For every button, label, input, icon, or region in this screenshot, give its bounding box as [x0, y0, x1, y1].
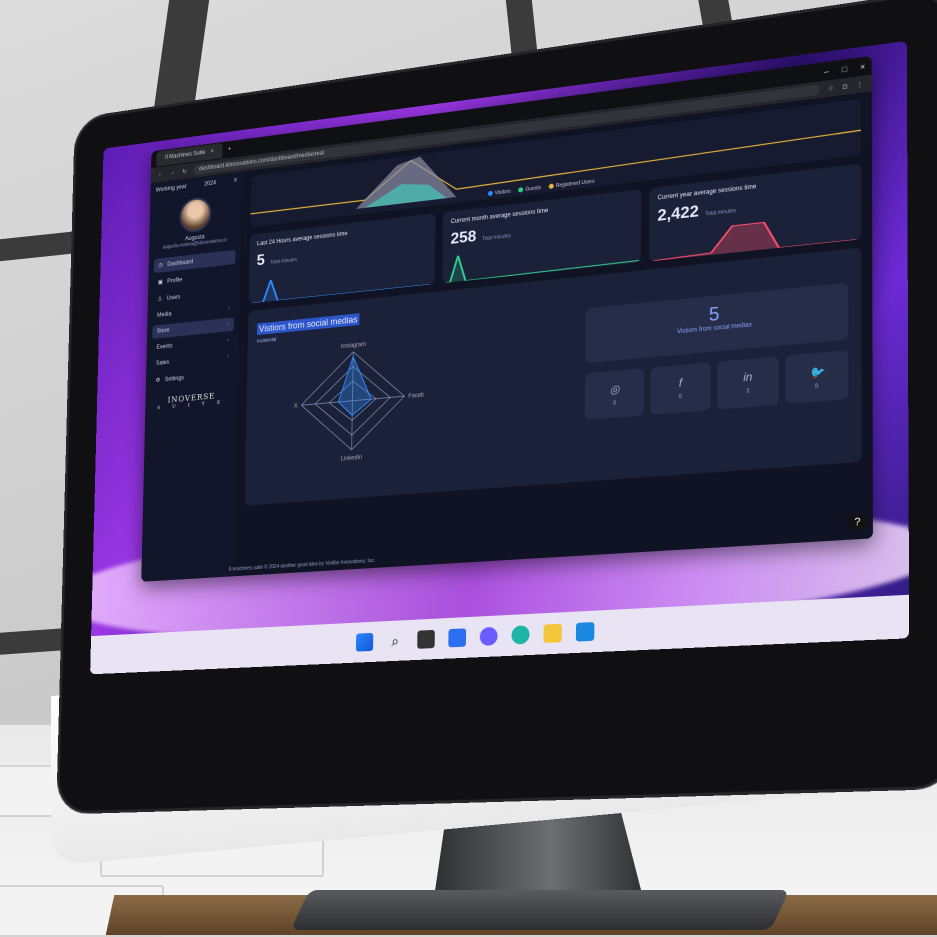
- windows-start-icon[interactable]: [356, 633, 373, 652]
- task-view-icon[interactable]: [417, 630, 435, 649]
- menu-icon[interactable]: ⋮: [856, 80, 863, 88]
- card-last-24h: Last 24 Hours average sessions time 5 Tot…: [249, 213, 436, 303]
- card-value: 5: [257, 252, 265, 270]
- instagram-count: 3: [613, 400, 616, 406]
- instagram-icon: ◎: [609, 382, 619, 396]
- card-value: 2,422: [657, 203, 699, 226]
- card-title: Last 24 Hours average sessions time: [257, 222, 428, 247]
- new-tab-button[interactable]: +: [228, 147, 231, 153]
- linkedin-count: 2: [746, 388, 749, 395]
- twitter-icon: 🐦: [809, 364, 824, 379]
- close-button[interactable]: ×: [860, 61, 865, 71]
- file-explorer-icon[interactable]: [544, 624, 562, 643]
- sidebar-item-label: Dashboard: [167, 259, 193, 268]
- radar-label-top: Instagram: [341, 342, 366, 351]
- sidebar: Working year 2024 ≡ Augusta augusta.mari…: [141, 171, 242, 581]
- edge-browser-icon[interactable]: [511, 625, 529, 644]
- tab-title: Il Machines Suite: [165, 150, 205, 161]
- sidebar-item-label: Store: [157, 328, 170, 335]
- sidebar-nav: ◷ Dashboard ▣ Profile ♙ Users Media › Store ›…: [151, 250, 235, 388]
- radar-label-bottom: LinkedIn: [341, 455, 362, 463]
- radar-label-left: X: [294, 403, 298, 409]
- facebook-card[interactable]: f0: [650, 362, 711, 415]
- social-total-card: 5 Vistiors from social medias: [585, 283, 848, 364]
- card-current-month: Current month average sessions time 258 T…: [442, 189, 641, 283]
- social-radar-chart: Instagram Facebook LinkedIn X: [282, 330, 425, 470]
- working-year-select[interactable]: 2024: [204, 180, 216, 187]
- card-title: Current month average sessions time: [451, 198, 633, 225]
- profile-icon: ▣: [158, 279, 163, 286]
- forward-icon[interactable]: →: [170, 170, 175, 176]
- chevron-right-icon: ›: [227, 354, 229, 360]
- sidebar-item-label: Profile: [167, 277, 182, 284]
- minimize-button[interactable]: –: [824, 66, 829, 76]
- search-icon[interactable]: ⌕: [386, 631, 404, 650]
- sidebar-item-label: Sales: [156, 360, 169, 367]
- star-icon[interactable]: ☆: [828, 84, 834, 92]
- back-icon[interactable]: ←: [158, 171, 163, 177]
- settings-icon: ⚙: [156, 377, 161, 384]
- brand-logo: INOVERSE S U I T E: [151, 390, 233, 412]
- sidebar-item-label: Media: [157, 312, 171, 319]
- monitor: Il Machines Suite × + – □ × ← → ↻ dashbo…: [0, 0, 937, 935]
- chat-icon[interactable]: [480, 627, 498, 646]
- facebook-count: 0: [679, 394, 682, 400]
- sidebar-item-label: Users: [167, 294, 181, 301]
- menu-toggle-icon[interactable]: ≡: [234, 178, 237, 184]
- mail-icon[interactable]: [576, 622, 595, 642]
- radar-label-right: Facebook: [408, 391, 424, 399]
- chevron-right-icon: ›: [227, 338, 229, 344]
- card-title: Current year average sessions time: [658, 173, 853, 202]
- twitter-count: 0: [815, 383, 818, 390]
- browser-window: Il Machines Suite × + – □ × ← → ↻ dashbo…: [141, 56, 873, 582]
- monitor-stand-base: [291, 890, 790, 930]
- reload-icon[interactable]: ↻: [182, 168, 187, 175]
- instagram-card[interactable]: ◎ 3: [585, 368, 645, 420]
- social-network-counts: ◎ 3 f0 in 2 🐦 0: [585, 350, 849, 420]
- avatar[interactable]: [179, 196, 212, 234]
- chevron-right-icon: ›: [228, 305, 230, 311]
- maximize-button[interactable]: □: [842, 64, 847, 74]
- facebook-icon: f: [679, 377, 682, 390]
- card-unit: Total minutes: [482, 233, 511, 242]
- sidebar-item-label: Settings: [165, 375, 184, 382]
- linkedin-card[interactable]: in 2: [717, 356, 779, 409]
- widgets-icon[interactable]: [448, 628, 466, 647]
- working-year-row: Working year 2024 ≡: [156, 178, 237, 194]
- card-value: 258: [450, 228, 476, 249]
- extensions-icon[interactable]: ⊡: [842, 82, 847, 90]
- working-year-label: Working year: [156, 184, 187, 193]
- screen: Il Machines Suite × + – □ × ← → ↻ dashbo…: [90, 41, 909, 674]
- window-controls: – □ ×: [824, 61, 865, 76]
- card-unit: Total minutes: [705, 208, 736, 218]
- linkedin-icon: in: [743, 371, 752, 384]
- chevron-right-icon: ›: [228, 322, 230, 328]
- card-unit: Total minutes: [270, 257, 297, 266]
- sidebar-item-label: Events: [156, 344, 172, 351]
- dashboard-icon: ◷: [158, 262, 163, 269]
- users-icon: ♙: [157, 296, 162, 303]
- card-current-year: Current year average sessions time 2,422…: [649, 164, 861, 262]
- main-content: Visitors Guests Registered Users Last 24…: [234, 91, 873, 576]
- twitter-card[interactable]: 🐦 0: [785, 350, 848, 404]
- close-tab-icon[interactable]: ×: [211, 149, 214, 155]
